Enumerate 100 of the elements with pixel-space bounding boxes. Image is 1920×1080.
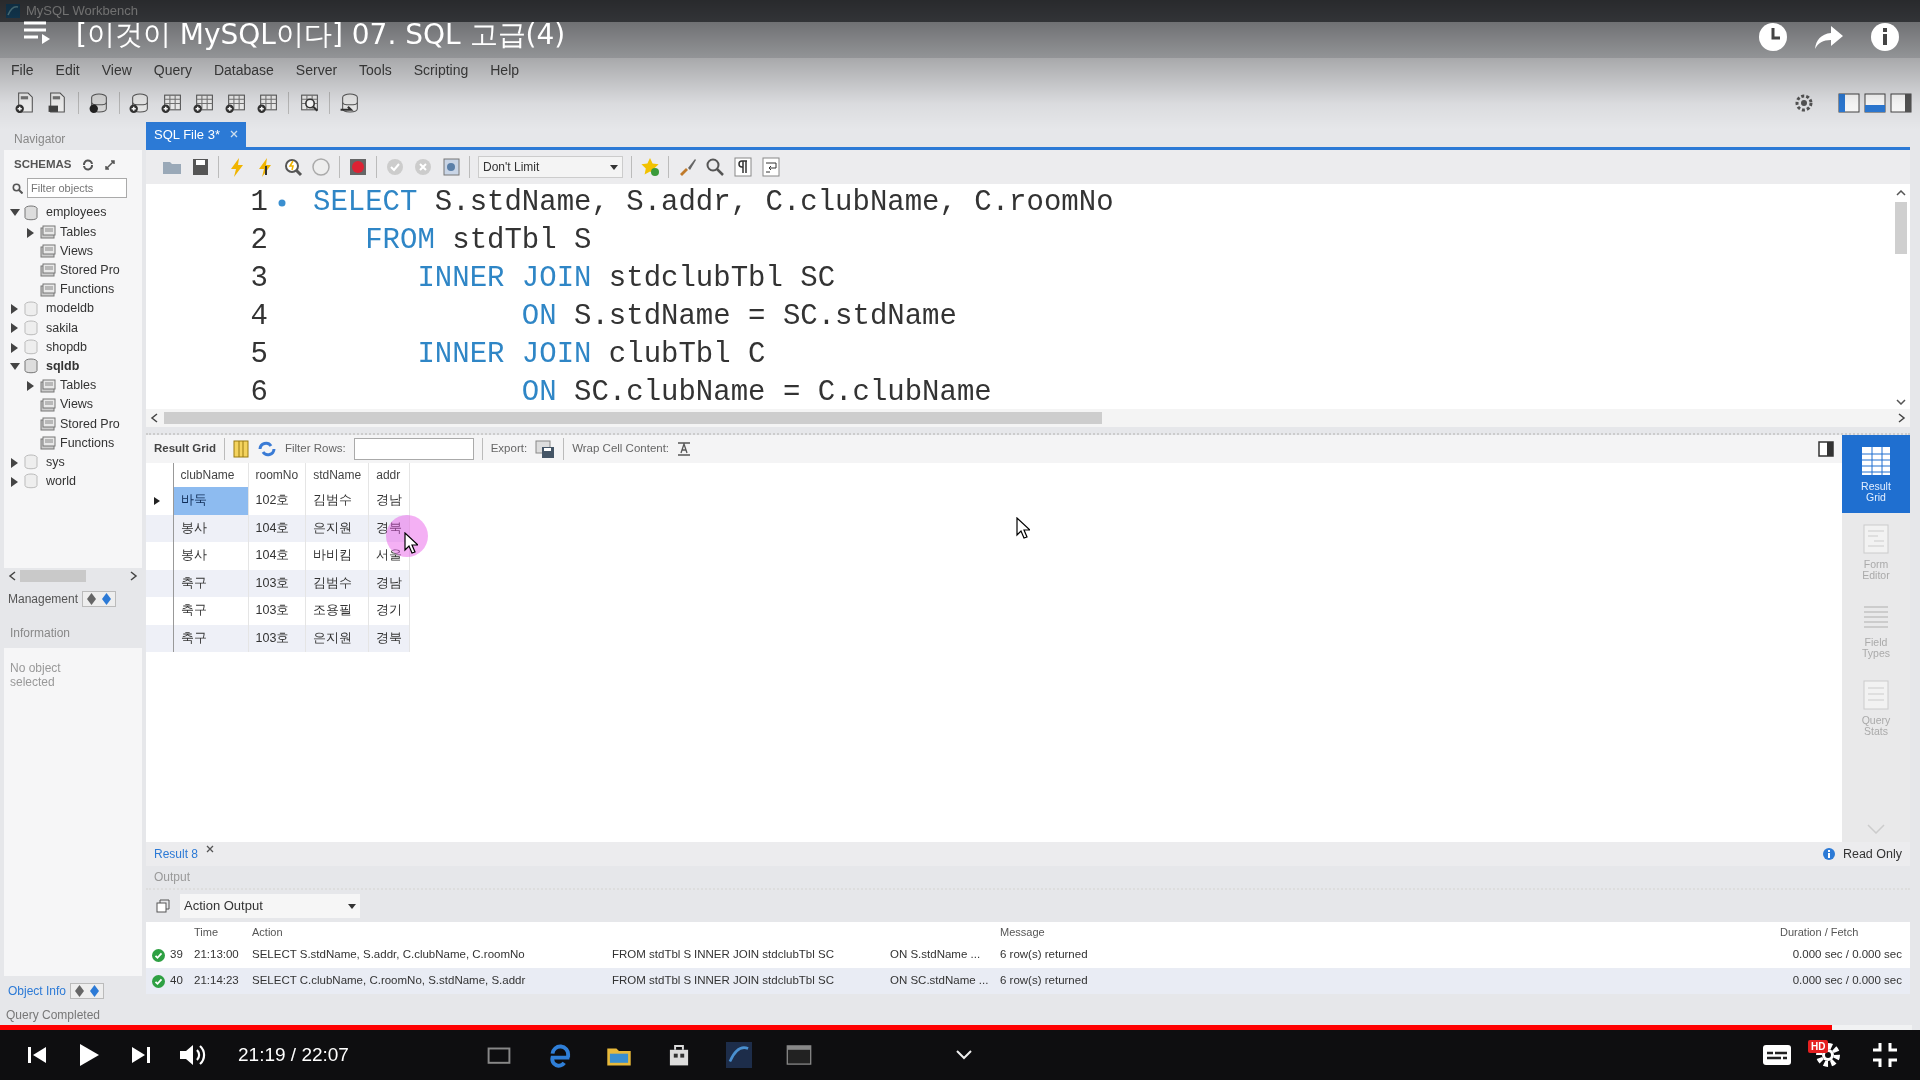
schema-name[interactable]: world bbox=[46, 472, 76, 491]
table-cell[interactable]: 김범수 bbox=[305, 569, 369, 597]
scroll-right-icon[interactable] bbox=[1898, 413, 1906, 423]
expand-arrow-icon[interactable] bbox=[8, 303, 20, 315]
column-header[interactable]: Duration / Fetch bbox=[1780, 923, 1910, 941]
volume-icon[interactable] bbox=[178, 1042, 206, 1068]
editor-tab[interactable]: SQL File 3* bbox=[146, 121, 246, 147]
menu-item[interactable]: Scripting bbox=[410, 59, 480, 81]
sidebar-toggle-icon[interactable] bbox=[1838, 93, 1860, 113]
menu-item[interactable]: File bbox=[8, 59, 45, 81]
table-cell[interactable]: 은지원 bbox=[305, 624, 369, 652]
schema-name[interactable]: sakila bbox=[46, 318, 78, 338]
terminal-icon[interactable] bbox=[786, 1042, 812, 1068]
expand-arrow-icon[interactable] bbox=[8, 475, 20, 487]
column-header[interactable]: Message bbox=[1000, 923, 1780, 941]
limit-dropdown[interactable]: Don't Limit bbox=[478, 156, 623, 178]
save-icon[interactable] bbox=[190, 157, 210, 177]
table-cell[interactable]: 바비킴 bbox=[305, 542, 369, 570]
table-cell[interactable]: 103호 bbox=[248, 597, 306, 625]
table-cell[interactable]: 조용필 bbox=[305, 597, 369, 625]
tree-item[interactable]: Tables bbox=[60, 376, 97, 395]
column-header[interactable]: Action bbox=[252, 923, 1000, 941]
filter-field[interactable]: Filter objects bbox=[27, 178, 127, 199]
schema-name[interactable]: modeldb bbox=[46, 299, 94, 319]
diamond-icon[interactable] bbox=[75, 985, 85, 997]
stop-script-icon[interactable] bbox=[348, 157, 368, 177]
chevron-down-icon[interactable] bbox=[956, 1050, 972, 1060]
table-cell[interactable]: 축구 bbox=[173, 597, 248, 625]
play-icon[interactable] bbox=[78, 1042, 100, 1068]
menu-item[interactable]: Database bbox=[210, 59, 285, 81]
result-grid-tab[interactable]: Result Grid bbox=[154, 440, 216, 458]
expand-arrow-icon[interactable] bbox=[24, 226, 36, 238]
expand-icon[interactable] bbox=[103, 158, 116, 171]
output-dropdown[interactable]: Action Output bbox=[180, 894, 360, 918]
table-cell[interactable]: 102호 bbox=[248, 487, 306, 515]
export-icon[interactable] bbox=[535, 440, 556, 458]
function-plus-icon[interactable] bbox=[256, 92, 280, 114]
table-cell[interactable]: 104호 bbox=[248, 542, 306, 570]
table-cell[interactable]: 104호 bbox=[248, 514, 306, 542]
scroll-down-icon[interactable] bbox=[1896, 399, 1906, 405]
check-icon[interactable] bbox=[385, 157, 405, 177]
panel-toggle-icon[interactable] bbox=[1818, 441, 1834, 457]
scrollbar-thumb[interactable] bbox=[164, 412, 1102, 424]
result-tab[interactable]: Result 8 bbox=[154, 845, 215, 863]
pilcrow-icon[interactable] bbox=[733, 157, 753, 177]
menu-item[interactable]: Tools bbox=[356, 59, 403, 81]
schema-name[interactable]: employees bbox=[46, 203, 107, 223]
table-cell[interactable]: 경남 bbox=[368, 487, 410, 515]
scroll-up-icon[interactable] bbox=[1896, 190, 1906, 196]
info-icon[interactable] bbox=[1870, 22, 1900, 52]
tree-item[interactable]: Tables bbox=[60, 222, 97, 242]
captions-icon[interactable] bbox=[1762, 1044, 1792, 1066]
filter-field[interactable] bbox=[353, 438, 474, 460]
wrap-icon[interactable] bbox=[761, 157, 781, 177]
view-plus-icon[interactable] bbox=[192, 92, 216, 114]
wrap-icon[interactable] bbox=[677, 441, 692, 457]
expand-arrow-icon[interactable] bbox=[8, 322, 20, 334]
scroll-left-icon[interactable] bbox=[8, 571, 16, 581]
panel-toggle-icon[interactable] bbox=[1890, 93, 1912, 113]
menu-item[interactable]: Help bbox=[487, 59, 531, 81]
table-cell[interactable]: 103호 bbox=[248, 624, 306, 652]
table-cell[interactable]: 봉사 bbox=[173, 542, 248, 570]
schema-name[interactable]: sqldb bbox=[46, 356, 80, 376]
magnifier-lightning-icon[interactable] bbox=[283, 157, 303, 177]
column-header[interactable]: Time bbox=[194, 923, 252, 941]
table-cell[interactable]: 은지원 bbox=[305, 514, 369, 542]
column-header[interactable]: addr bbox=[368, 463, 410, 487]
table-cell[interactable]: 김범수 bbox=[305, 487, 369, 515]
table-cell[interactable]: 축구 bbox=[173, 624, 248, 652]
copy-icon[interactable] bbox=[156, 899, 170, 913]
column-header[interactable]: stdName bbox=[305, 463, 369, 487]
expand-arrow-icon[interactable] bbox=[8, 341, 20, 353]
diamond-icon[interactable] bbox=[102, 593, 112, 605]
previous-icon[interactable] bbox=[26, 1044, 48, 1066]
tree-item[interactable]: Functions bbox=[60, 280, 115, 299]
schema-name[interactable]: sys bbox=[46, 452, 65, 472]
table-cell[interactable]: 봉사 bbox=[173, 514, 248, 542]
scrollbar-thumb[interactable] bbox=[1895, 202, 1907, 254]
refresh-icon[interactable] bbox=[81, 158, 94, 171]
object-info-tab[interactable]: Object Info bbox=[8, 982, 67, 1000]
exit-fullscreen-icon[interactable] bbox=[1872, 1042, 1898, 1068]
procedure-plus-icon[interactable] bbox=[224, 92, 248, 114]
column-header[interactable]: roomNo bbox=[248, 463, 306, 487]
diamond-icon[interactable] bbox=[87, 593, 97, 605]
menu-item[interactable]: Edit bbox=[52, 59, 91, 81]
video-title[interactable]: [이것이 MySQL이다] 07. SQL 고급(4) bbox=[76, 18, 1734, 52]
diamond-icon[interactable] bbox=[90, 985, 100, 997]
management-tab[interactable]: Management bbox=[8, 590, 79, 608]
menu-item[interactable]: View bbox=[98, 59, 143, 81]
table-cell[interactable]: 축구 bbox=[173, 569, 248, 597]
collapse-arrow-icon[interactable] bbox=[8, 360, 20, 372]
table-cell[interactable]: 경북 bbox=[368, 624, 410, 652]
view-tab[interactable]: Result Grid bbox=[1842, 435, 1910, 513]
table-cell[interactable]: 경북 bbox=[368, 514, 410, 542]
tree-item[interactable]: Stored Pro bbox=[60, 261, 120, 280]
tree-item[interactable]: Stored Pro bbox=[60, 414, 120, 434]
table-cell[interactable]: 103호 bbox=[248, 569, 306, 597]
tree-item[interactable]: Views bbox=[60, 395, 94, 415]
search-icon[interactable] bbox=[705, 157, 725, 177]
tree-item[interactable]: Functions bbox=[60, 433, 115, 453]
